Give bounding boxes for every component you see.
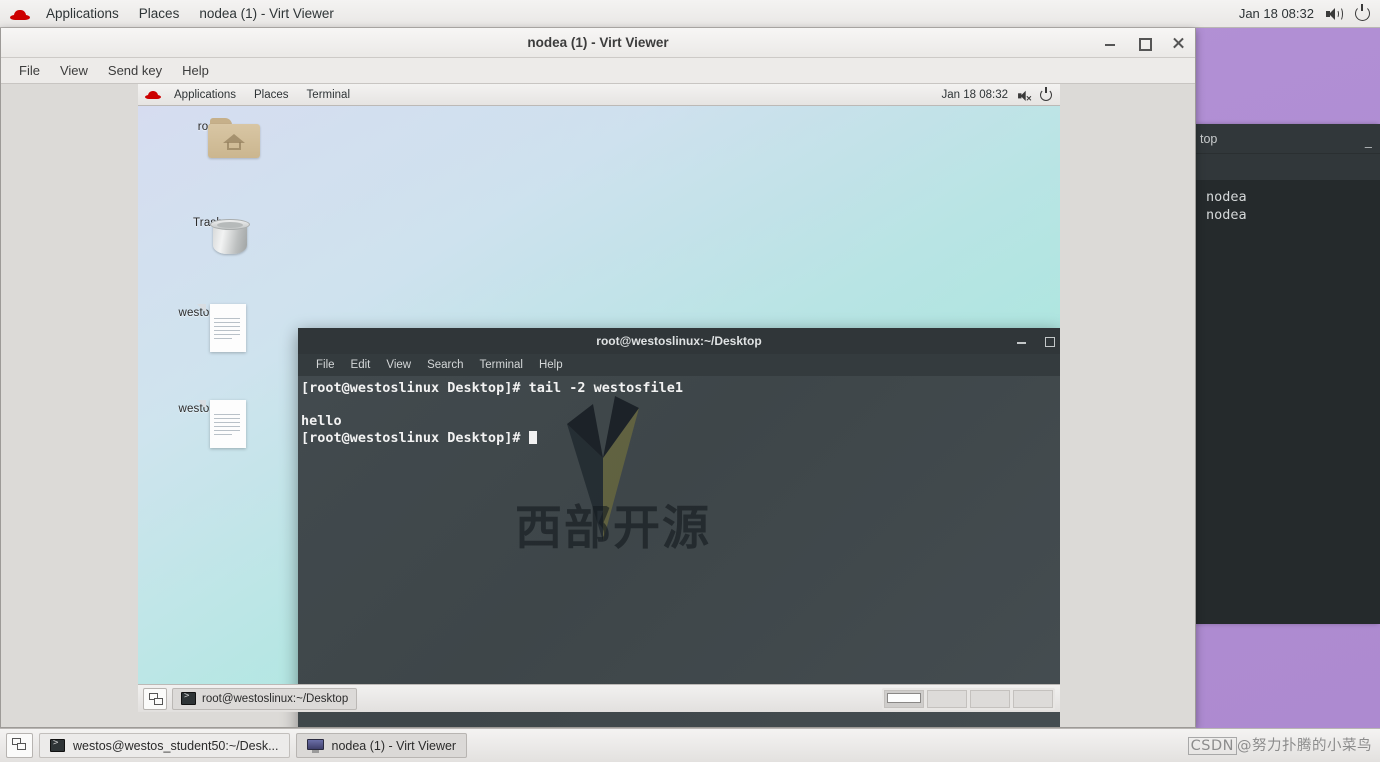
workspace-2[interactable]	[927, 689, 967, 708]
desktop-icon-root[interactable]: root	[165, 118, 260, 158]
guest-terminal-output[interactable]: 西部开源 [root@westoslinux Desktop]# tail -2…	[298, 376, 1060, 727]
workspace-4[interactable]	[1013, 689, 1053, 708]
terminal-cursor	[528, 430, 537, 444]
minimize-button[interactable]	[1103, 36, 1117, 50]
guest-places-menu[interactable]: Places	[245, 84, 298, 106]
active-window-menu[interactable]: nodea (1) - Virt Viewer	[189, 0, 344, 28]
terminal-prompt: [root@westoslinux Desktop]#	[301, 429, 529, 446]
applications-menu[interactable]: Applications	[36, 0, 129, 28]
background-terminal-titlebar: top –	[1196, 124, 1380, 154]
redhat-logo-icon	[145, 89, 161, 100]
virt-viewer-window[interactable]: nodea (1) - Virt Viewer File View Send k…	[0, 28, 1196, 728]
minimize-button[interactable]	[1016, 335, 1028, 347]
menu-help[interactable]: Help	[172, 58, 219, 84]
background-terminal-menubar[interactable]	[1196, 154, 1380, 180]
guest-terminal-window[interactable]: root@westoslinux:~/Desktop File Edit Vie…	[298, 328, 1060, 727]
host-task-label: nodea (1) - Virt Viewer	[331, 738, 457, 753]
terminal-menu-file[interactable]: File	[308, 354, 343, 376]
terminal-menu-view[interactable]: View	[378, 354, 419, 376]
terminal-line: nodea	[1206, 189, 1247, 205]
desktop-icon-westosfile2[interactable]: westosfile2	[165, 400, 251, 448]
guest-terminal-menu[interactable]: Terminal	[298, 84, 359, 106]
terminal-menu-help[interactable]: Help	[531, 354, 571, 376]
close-button[interactable]	[1171, 36, 1185, 50]
redhat-logo-icon	[10, 7, 30, 21]
menu-file[interactable]: File	[9, 58, 50, 84]
guest-terminal-titlebar[interactable]: root@westoslinux:~/Desktop	[298, 328, 1060, 354]
terminal-icon	[50, 738, 65, 752]
guest-taskbar: root@westoslinux:~/Desktop	[138, 684, 1060, 712]
show-desktop-icon[interactable]	[143, 687, 167, 710]
terminal-line: nodea	[1206, 207, 1247, 223]
power-icon[interactable]	[1355, 4, 1370, 21]
host-task-terminal[interactable]: westos@westos_student50:~/Desk...	[39, 733, 290, 758]
terminal-line: hello	[301, 413, 342, 429]
csdn-watermark: CSDN @努力扑腾的小菜鸟	[1187, 734, 1372, 755]
background-terminal-output: nodea nodea	[1196, 180, 1380, 624]
power-icon[interactable]	[1040, 86, 1052, 101]
watermark-text: 西部开源	[515, 501, 711, 556]
speaker-muted-icon[interactable]: ✕	[1018, 89, 1032, 102]
terminal-line: [root@westoslinux Desktop]# tail -2 west…	[301, 380, 684, 396]
monitor-icon	[306, 738, 324, 753]
speaker-icon[interactable]	[1326, 6, 1343, 21]
guest-terminal-menubar: File Edit View Search Terminal Help	[298, 354, 1060, 376]
watermark-author: @努力扑腾的小菜鸟	[1237, 738, 1372, 754]
host-task-virt-viewer[interactable]: nodea (1) - Virt Viewer	[295, 733, 468, 758]
terminal-menu-terminal[interactable]: Terminal	[472, 354, 531, 376]
desktop-icon-westosfile1[interactable]: westosfile1	[165, 304, 251, 352]
workspace-3[interactable]	[970, 689, 1010, 708]
places-menu[interactable]: Places	[129, 0, 190, 28]
virt-viewer-menubar: File View Send key Help	[1, 58, 1195, 84]
menu-view[interactable]: View	[50, 58, 98, 84]
guest-top-panel: Applications Places Terminal Jan 18 08:3…	[138, 84, 1060, 106]
guest-applications-menu[interactable]: Applications	[165, 84, 245, 106]
host-top-panel: Applications Places nodea (1) - Virt Vie…	[0, 0, 1380, 28]
guest-task-label: root@westoslinux:~/Desktop	[202, 692, 349, 705]
workspace-switcher[interactable]	[882, 687, 1055, 710]
virt-viewer-titlebar[interactable]: nodea (1) - Virt Viewer	[1, 28, 1195, 58]
guest-task-button[interactable]: root@westoslinux:~/Desktop	[172, 687, 358, 710]
guest-clock[interactable]: Jan 18 08:32	[941, 89, 1008, 101]
host-taskbar: westos@westos_student50:~/Desk... nodea …	[0, 728, 1380, 762]
virt-viewer-client-area: Applications Places Terminal Jan 18 08:3…	[1, 84, 1195, 727]
maximize-button[interactable]	[1044, 335, 1056, 347]
terminal-prompt-line: [root@westoslinux Desktop]#	[301, 430, 1060, 447]
terminal-menu-edit[interactable]: Edit	[343, 354, 379, 376]
terminal-menu-search[interactable]: Search	[419, 354, 471, 376]
workspace-1[interactable]	[884, 689, 924, 708]
guest-desktop: root Trash westosfile1	[138, 106, 1060, 727]
desktop-icon-trash[interactable]: Trash	[165, 214, 251, 254]
host-task-label: westos@westos_student50:~/Desk...	[73, 738, 279, 753]
background-terminal-window[interactable]: top – nodea nodea	[1196, 124, 1380, 624]
menu-send-key[interactable]: Send key	[98, 58, 172, 84]
maximize-button[interactable]	[1137, 36, 1152, 51]
background-terminal-title: top	[1200, 132, 1218, 146]
minimize-icon[interactable]: –	[1365, 132, 1372, 162]
terminal-icon	[181, 691, 196, 705]
window-title: nodea (1) - Virt Viewer	[527, 35, 669, 50]
guest-vm-screen[interactable]: Applications Places Terminal Jan 18 08:3…	[138, 84, 1060, 727]
guest-terminal-title: root@westoslinux:~/Desktop	[596, 334, 762, 348]
show-desktop-icon[interactable]	[6, 733, 33, 758]
clock[interactable]: Jan 18 08:32	[1239, 6, 1314, 21]
watermark-brand: CSDN	[1187, 737, 1237, 755]
